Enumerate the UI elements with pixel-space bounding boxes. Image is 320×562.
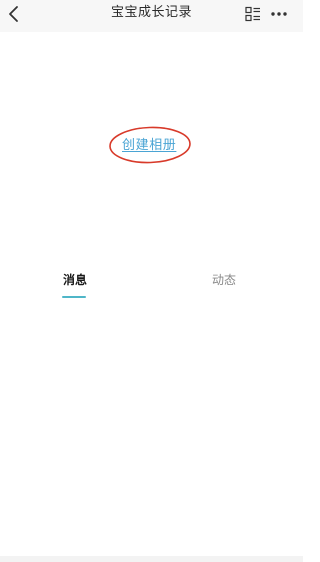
active-tab-indicator (62, 296, 86, 298)
list-view-button[interactable] (245, 6, 261, 22)
more-options-button[interactable] (270, 6, 288, 22)
more-horizontal-icon (271, 12, 287, 16)
navigation-bar: 宝宝成长记录 (0, 0, 303, 32)
list-view-icon (245, 6, 260, 22)
tab-messages[interactable]: 消息 (63, 272, 87, 288)
tab-activity[interactable]: 动态 (212, 272, 236, 288)
bottom-edge (0, 556, 303, 562)
create-album-link[interactable]: 创建相册 (122, 138, 176, 154)
